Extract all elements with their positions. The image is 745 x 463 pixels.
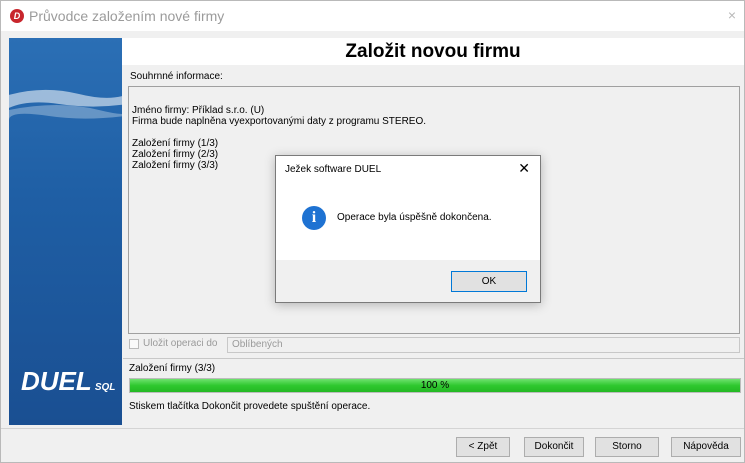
duel-logo: DUEL SQL <box>21 366 115 397</box>
progress-text: 100 % <box>420 380 450 391</box>
dialog-title: Ježek software DUEL <box>285 164 382 175</box>
duel-logo-text: DUEL <box>21 366 92 396</box>
summary-line: Jméno firmy: Příklad s.r.o. (U) <box>132 105 265 116</box>
summary-line: Založení firmy (1/3) <box>132 138 219 149</box>
cancel-button[interactable]: Storno <box>595 437 659 457</box>
finish-button[interactable]: Dokončit <box>524 437 584 457</box>
title-bar: D Průvodce založením nové firmy × <box>1 1 744 31</box>
info-icon: i <box>302 206 326 230</box>
message-dialog: Ježek software DUEL ✕ i Operace byla úsp… <box>275 155 541 303</box>
window-close-button[interactable]: × <box>728 7 736 23</box>
ok-button[interactable]: OK <box>451 271 527 292</box>
footer-divider <box>1 428 744 429</box>
save-operation-checkbox[interactable] <box>129 339 139 349</box>
duel-logo-suffix: SQL <box>94 382 116 393</box>
dialog-message: Operace byla úspěšně dokončena. <box>337 212 492 223</box>
summary-line: Firma bude naplněna vyexportovanými daty… <box>132 116 427 127</box>
window-title: Průvodce založením nové firmy <box>29 8 225 24</box>
progress-bar: 100 % <box>129 378 741 393</box>
summary-line: Založení firmy (3/3) <box>132 160 219 171</box>
divider <box>123 358 744 359</box>
page-title: Založit novou firmu <box>122 38 744 65</box>
save-operation-label: Uložit operaci do <box>143 338 218 349</box>
back-button[interactable]: < Zpět <box>456 437 510 457</box>
help-button[interactable]: Nápověda <box>671 437 741 457</box>
wizard-sidebar: DUEL SQL <box>9 38 122 425</box>
summary-line: Založení firmy (2/3) <box>132 149 219 160</box>
wave-graphic <box>9 89 122 120</box>
duel-app-icon: D <box>10 9 24 23</box>
favorites-field[interactable]: Oblíbených <box>227 337 740 353</box>
hint-text: Stiskem tlačítka Dokončit provedete spuš… <box>129 401 371 412</box>
summary-label: Souhrnné informace: <box>130 71 223 82</box>
dialog-close-button[interactable]: ✕ <box>518 160 530 177</box>
progress-label: Založení firmy (3/3) <box>129 363 216 374</box>
wizard-window: D Průvodce založením nové firmy × DUEL S… <box>0 0 745 463</box>
